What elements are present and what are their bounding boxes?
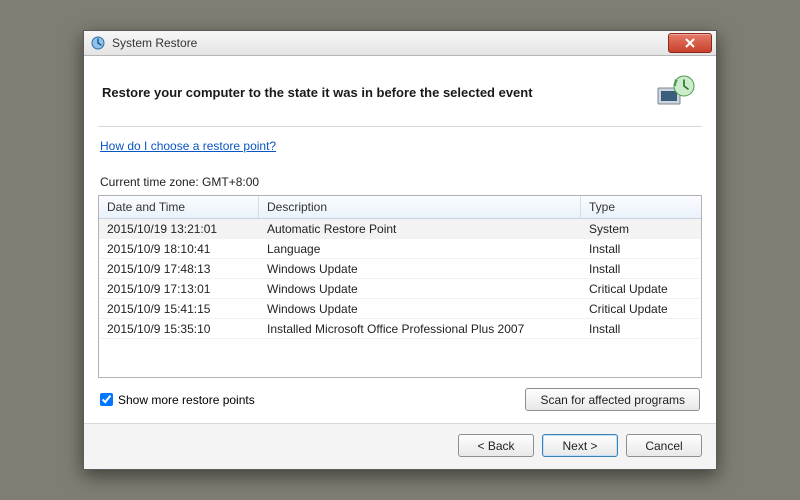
cell-date: 2015/10/9 18:10:41 xyxy=(99,242,259,256)
cell-desc: Windows Update xyxy=(259,302,581,316)
table-body: 2015/10/19 13:21:01Automatic Restore Poi… xyxy=(99,219,701,339)
system-restore-icon xyxy=(90,35,106,51)
table-row[interactable]: 2015/10/19 13:21:01Automatic Restore Poi… xyxy=(99,219,701,239)
cell-date: 2015/10/9 15:41:15 xyxy=(99,302,259,316)
cell-type: System xyxy=(581,222,701,236)
close-button[interactable] xyxy=(668,33,712,53)
table-header: Date and Time Description Type xyxy=(99,196,701,219)
timezone-label: Current time zone: GMT+8:00 xyxy=(100,175,700,189)
cell-desc: Automatic Restore Point xyxy=(259,222,581,236)
show-more-checkbox[interactable]: Show more restore points xyxy=(100,393,255,407)
cell-desc: Windows Update xyxy=(259,262,581,276)
restore-hero-icon xyxy=(654,72,698,112)
show-more-input[interactable] xyxy=(100,393,113,406)
window-title: System Restore xyxy=(112,36,197,50)
wizard-header: Restore your computer to the state it wa… xyxy=(98,66,702,127)
cell-desc: Windows Update xyxy=(259,282,581,296)
cell-date: 2015/10/9 15:35:10 xyxy=(99,322,259,336)
restore-points-table[interactable]: Date and Time Description Type 2015/10/1… xyxy=(98,195,702,378)
cell-type: Install xyxy=(581,322,701,336)
client-area: Restore your computer to the state it wa… xyxy=(84,56,716,423)
cell-type: Critical Update xyxy=(581,282,701,296)
col-description[interactable]: Description xyxy=(259,196,581,218)
page-heading: Restore your computer to the state it wa… xyxy=(102,85,533,100)
cell-type: Critical Update xyxy=(581,302,701,316)
table-row[interactable]: 2015/10/9 15:41:15Windows UpdateCritical… xyxy=(99,299,701,319)
col-date[interactable]: Date and Time xyxy=(99,196,259,218)
show-more-label: Show more restore points xyxy=(118,393,255,407)
table-row[interactable]: 2015/10/9 15:35:10Installed Microsoft Of… xyxy=(99,319,701,339)
cell-type: Install xyxy=(581,262,701,276)
next-button[interactable]: Next > xyxy=(542,434,618,457)
cancel-button[interactable]: Cancel xyxy=(626,434,702,457)
table-row[interactable]: 2015/10/9 17:13:01Windows UpdateCritical… xyxy=(99,279,701,299)
cell-desc: Installed Microsoft Office Professional … xyxy=(259,322,581,336)
wizard-footer: < Back Next > Cancel xyxy=(84,423,716,469)
cell-desc: Language xyxy=(259,242,581,256)
table-row[interactable]: 2015/10/9 18:10:41LanguageInstall xyxy=(99,239,701,259)
cell-date: 2015/10/19 13:21:01 xyxy=(99,222,259,236)
back-button[interactable]: < Back xyxy=(458,434,534,457)
cell-date: 2015/10/9 17:13:01 xyxy=(99,282,259,296)
system-restore-window: System Restore Restore your computer to … xyxy=(83,30,717,470)
scan-affected-button[interactable]: Scan for affected programs xyxy=(525,388,700,411)
help-link[interactable]: How do I choose a restore point? xyxy=(100,139,276,153)
table-row[interactable]: 2015/10/9 17:48:13Windows UpdateInstall xyxy=(99,259,701,279)
cell-date: 2015/10/9 17:48:13 xyxy=(99,262,259,276)
titlebar[interactable]: System Restore xyxy=(84,31,716,56)
col-type[interactable]: Type xyxy=(581,196,701,218)
table-empty-area xyxy=(99,339,701,377)
cell-type: Install xyxy=(581,242,701,256)
